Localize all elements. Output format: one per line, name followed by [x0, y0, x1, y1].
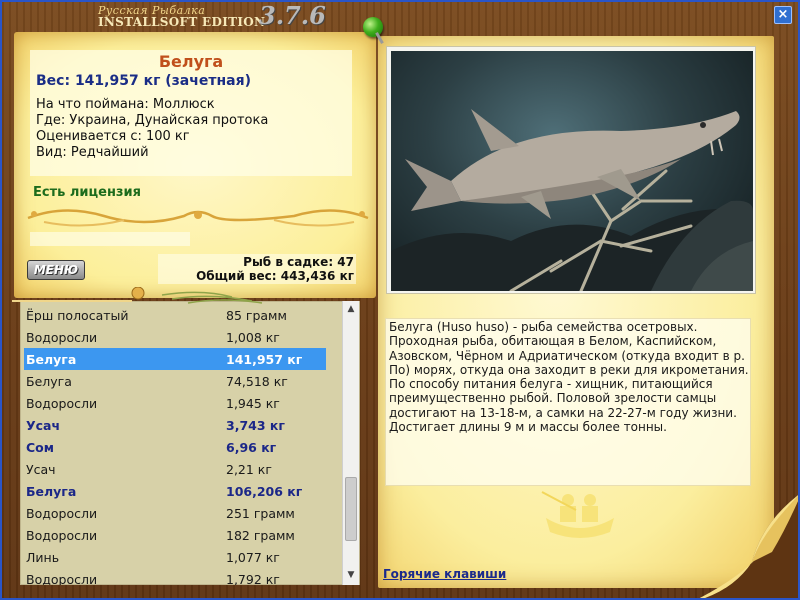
list-item-weight: 1,008 кг	[226, 330, 280, 345]
list-item-name: Усач	[26, 418, 61, 433]
list-item-weight: 85 грамм	[226, 308, 287, 323]
list-item[interactable]: Усач 3,743 кг	[20, 414, 342, 436]
description-box: Белуга (Huso huso) - рыба семейства осет…	[385, 318, 751, 486]
list-item-weight: 251 грамм	[226, 506, 295, 521]
pushpin-icon	[363, 17, 383, 37]
fish-description: Белуга (Huso huso) - рыба семейства осет…	[389, 320, 749, 435]
page-curl	[699, 495, 798, 598]
hotkeys-link[interactable]: Горячие клавиши	[383, 567, 506, 581]
list-item[interactable]: Белуга 74,518 кг	[20, 370, 342, 392]
close-button[interactable]: ×	[774, 6, 792, 24]
list-item[interactable]: Линь 1,077 кг	[20, 546, 342, 568]
game-window: Русская Рыбалка INSTALLSOFT EDITION 3.7.…	[0, 0, 800, 600]
list-item[interactable]: Водоросли 1,792 кг	[20, 568, 342, 585]
list-item-weight: 6,96 кг	[226, 440, 277, 455]
title-bar: Русская Рыбалка INSTALLSOFT EDITION 3.7.…	[98, 1, 338, 30]
list-item-weight: 1,792 кг	[226, 572, 280, 585]
list-item[interactable]: Водоросли 1,008 кг	[20, 326, 342, 348]
list-item-weight: 106,206 кг	[226, 484, 303, 499]
list-item-weight: 3,743 кг	[226, 418, 285, 433]
list-item-name: Водоросли	[26, 572, 98, 585]
list-item-name: Водоросли	[26, 528, 98, 543]
list-item-name: Белуга	[26, 374, 72, 389]
scroll-thumb[interactable]	[345, 477, 357, 541]
list-item-selected[interactable]: Белуга 141,957 кг	[24, 348, 326, 370]
fish-photo	[391, 51, 753, 291]
fish-info-card: Белуга Вес: 141,957 кг (зачетная) На что…	[30, 50, 352, 176]
ornament-divider	[27, 209, 369, 227]
total-weight-label: Общий вес: 443,436 кг	[196, 269, 354, 283]
fish-weight-label: Вес: 141,957 кг (зачетная)	[36, 73, 251, 89]
list-item-weight: 182 грамм	[226, 528, 295, 543]
list-item[interactable]: Водоросли 1,945 кг	[20, 392, 342, 414]
reed-decoration-icon	[12, 287, 263, 304]
list-item[interactable]: Белуга 106,206 кг	[20, 480, 342, 502]
list-item[interactable]: Водоросли 182 грамм	[20, 524, 342, 546]
fish-photo-frame	[386, 46, 756, 294]
scroll-down-icon[interactable]: ▼	[343, 567, 359, 583]
title-edition-text: INSTALLSOFT EDITION	[98, 15, 266, 29]
fish-name-title: Белуга	[158, 52, 224, 71]
location-label: Где: Украина, Дунайская протока	[36, 113, 269, 128]
list-item-weight: 1,945 кг	[226, 396, 280, 411]
rated-from-label: Оценивается с: 100 кг	[36, 129, 190, 144]
caught-on-label: На что поймана: Моллюск	[36, 97, 215, 112]
list-item-name: Ёрш полосатый	[26, 308, 129, 323]
list-item-weight: 141,957 кг	[226, 352, 303, 367]
fish-count-label: Рыб в садке: 47	[243, 255, 354, 269]
catch-list[interactable]: Ёрш полосатый 85 грамм Водоросли 1,008 к…	[20, 301, 360, 585]
list-item-name: Белуга	[26, 352, 77, 367]
version-label: 3.7.6	[259, 1, 326, 30]
list-item-name: Сом	[26, 440, 54, 455]
menu-button[interactable]: МЕНЮ	[27, 260, 85, 280]
list-item-name: Линь	[26, 550, 60, 565]
list-item-weight: 2,21 кг	[226, 462, 272, 477]
license-status: Есть лицензия	[33, 185, 141, 200]
list-item-weight: 74,518 кг	[226, 374, 288, 389]
list-item-name: Усач	[26, 462, 56, 477]
list-item-name: Водоросли	[26, 396, 98, 411]
beluga-sturgeon-illustration	[391, 109, 753, 291]
list-item[interactable]: Ёрш полосатый 85 грамм	[20, 304, 342, 326]
list-scrollbar[interactable]: ▲ ▼	[342, 301, 359, 585]
list-item-weight: 1,077 кг	[226, 550, 280, 565]
list-item[interactable]: Сом 6,96 кг	[20, 436, 342, 458]
blank-field	[30, 232, 190, 246]
fisherman-boat-icon	[541, 491, 614, 538]
list-item-name: Водоросли	[26, 330, 98, 345]
rarity-label: Вид: Редчайший	[36, 145, 149, 160]
list-item-name: Водоросли	[26, 506, 98, 521]
list-item[interactable]: Усач 2,21 кг	[20, 458, 342, 480]
list-item[interactable]: Водоросли 251 грамм	[20, 502, 342, 524]
list-item-name: Белуга	[26, 484, 77, 499]
keepnet-stats: Рыб в садке: 47 Общий вес: 443,436 кг	[158, 254, 356, 284]
